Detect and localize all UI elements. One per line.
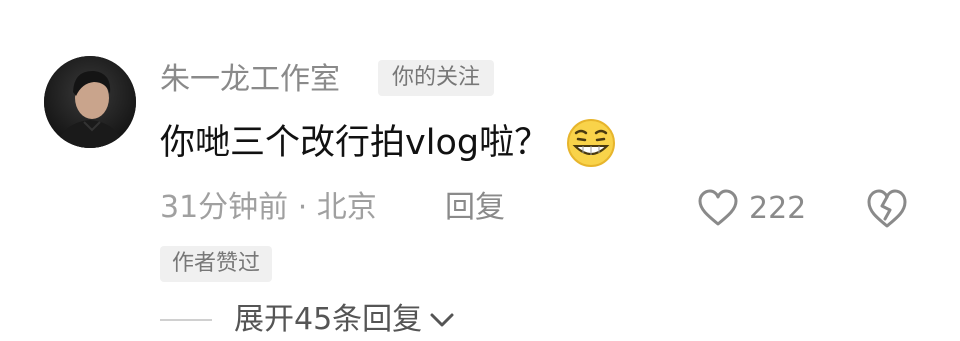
comment-body: 你哋三个改行拍vlog啦？ <box>160 123 550 163</box>
reply-button[interactable]: 回复 <box>445 188 505 228</box>
comment-text: 你哋三个改行拍vlog啦？ <box>160 118 619 168</box>
author-liked-badge: 作者赞过 <box>160 246 273 282</box>
like-button[interactable]: 222 <box>697 186 806 230</box>
expand-replies-button[interactable]: 展开45条回复 <box>160 300 456 340</box>
heart-outline-icon[interactable] <box>697 189 739 227</box>
follow-badge: 你的关注 <box>378 60 495 96</box>
broken-heart-icon[interactable] <box>864 186 910 230</box>
expand-replies-label[interactable]: 展开45条回复 <box>234 300 422 340</box>
grinning-squinting-emoji-icon <box>567 119 616 167</box>
chevron-down-icon[interactable] <box>428 310 456 330</box>
avatar[interactable] <box>44 56 136 148</box>
timestamp-location: 31分钟前 · 北京 <box>160 190 377 225</box>
author-name[interactable]: 朱一龙工作室 <box>160 60 340 100</box>
like-count: 222 <box>749 190 807 226</box>
divider-line <box>160 319 212 321</box>
